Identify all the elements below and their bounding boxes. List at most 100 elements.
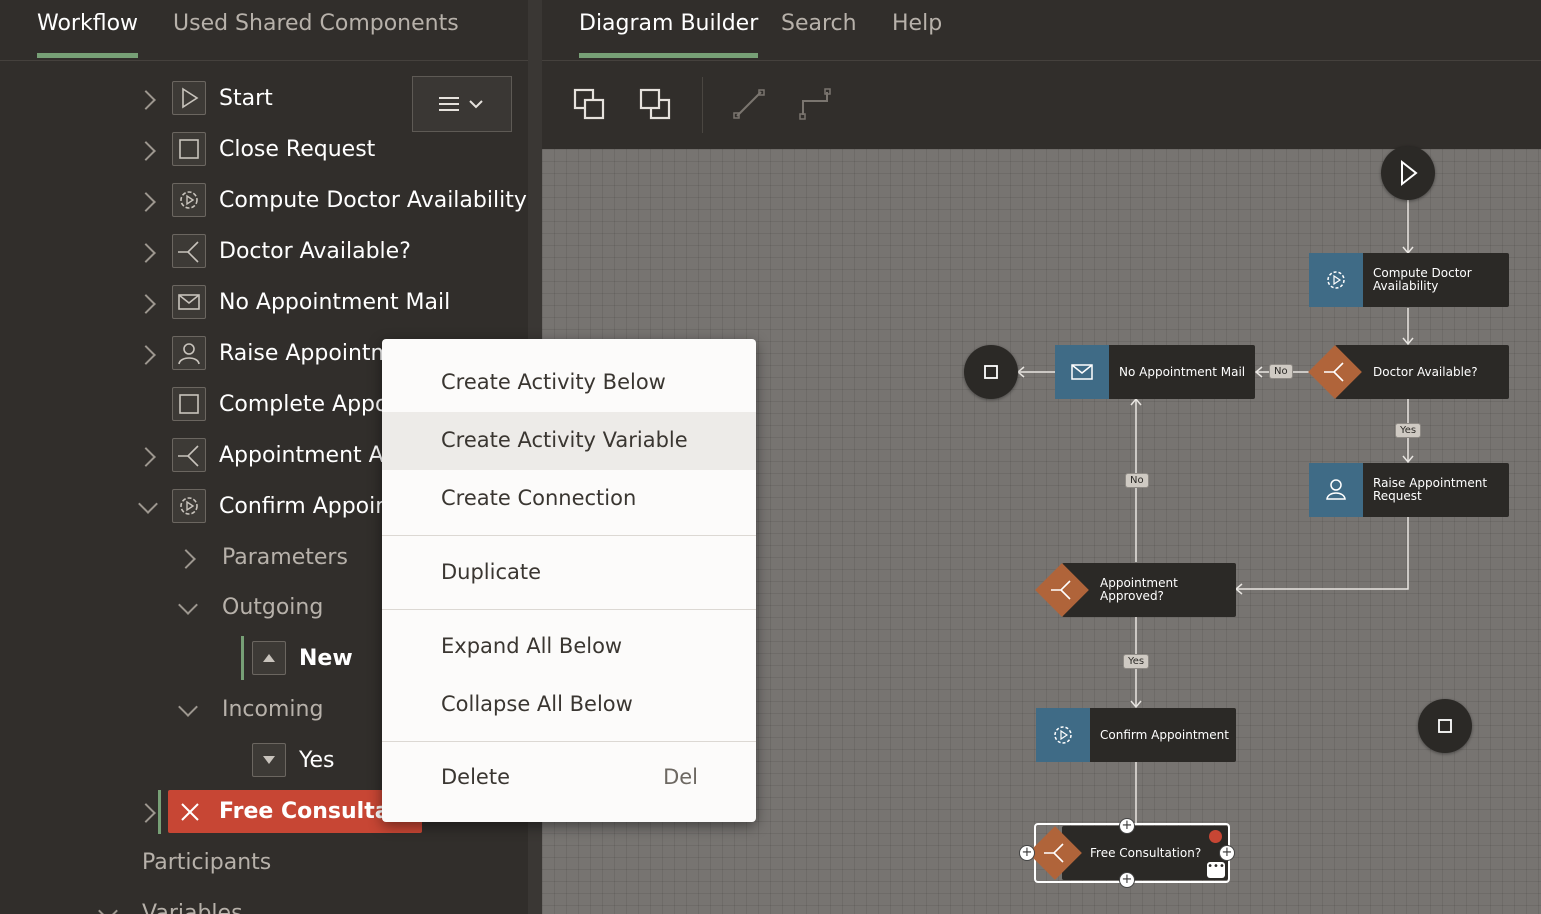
arrow-down-icon <box>252 743 286 777</box>
edge-label-no: No <box>1125 473 1149 488</box>
chevron-right-icon[interactable] <box>176 549 196 569</box>
chevron-down-icon[interactable] <box>178 595 198 615</box>
tree-item-parameters[interactable]: Parameters <box>0 536 390 580</box>
tab-workflow-label: Workflow <box>37 11 139 36</box>
tab-help[interactable]: Help <box>892 11 942 36</box>
menu-item-label: Expand All Below <box>441 634 623 658</box>
menu-item-shortcut: Del <box>663 765 698 789</box>
square-icon <box>1438 719 1452 733</box>
tree-item-raise-appointment[interactable]: Raise Appointme <box>0 332 405 376</box>
edge-label-yes: Yes <box>1395 423 1422 438</box>
add-connector-top-icon[interactable]: + <box>1119 818 1135 834</box>
tree-item-close-request[interactable]: Close Request <box>0 128 528 172</box>
tree-item-label: Participants <box>142 850 272 875</box>
user-icon <box>1326 479 1346 500</box>
tree-item-outgoing[interactable]: Outgoing <box>0 586 390 630</box>
tree-item-label: Outgoing <box>222 595 324 620</box>
chevron-right-icon[interactable] <box>136 345 156 365</box>
edge-label-no: No <box>1269 364 1293 379</box>
tab-used-shared-components[interactable]: Used Shared Components <box>173 11 459 36</box>
tree-item-no-appointment-mail[interactable]: No Appointment Mail <box>0 281 528 325</box>
user-icon <box>172 336 206 370</box>
tree-item-appointment-approved[interactable]: Appointment Ap <box>0 434 398 478</box>
node-compute-doctor-availability[interactable]: Compute Doctor Availability <box>1309 253 1509 307</box>
mail-task-badge <box>1055 345 1109 399</box>
chevron-right-icon[interactable] <box>136 90 156 110</box>
elbow-connector-icon[interactable] <box>798 87 832 121</box>
menu-item-create-activity-variable[interactable]: Create Activity Variable <box>382 412 756 470</box>
tree-item-incoming-yes[interactable]: Yes <box>0 739 390 783</box>
menu-item-create-connection[interactable]: Create Connection <box>382 470 756 528</box>
tab-used-shared-components-label: Used Shared Components <box>173 11 459 36</box>
tab-search[interactable]: Search <box>781 11 857 36</box>
tab-diagram-builder-label: Diagram Builder <box>579 11 759 36</box>
tree-item-confirm-appointment[interactable]: Confirm Appoint <box>0 485 398 529</box>
tree-item-label: Start <box>219 86 273 111</box>
tree-item-start[interactable]: Start <box>0 77 410 121</box>
more-options-icon[interactable]: ••• <box>1207 862 1225 878</box>
node-no-appointment-mail[interactable]: No Appointment Mail <box>1055 345 1255 399</box>
right-tabs: Diagram Builder Search Help <box>542 0 1541 61</box>
tree-item-label: Incoming <box>222 697 324 722</box>
menu-item-create-activity-below[interactable]: Create Activity Below <box>382 354 756 412</box>
menu-item-delete[interactable]: Delete Del <box>382 749 756 807</box>
branch-icon <box>1324 362 1344 382</box>
node-confirm-appointment[interactable]: Confirm Appointment <box>1036 708 1236 762</box>
tree-item-doctor-available[interactable]: Doctor Available? <box>0 230 528 274</box>
tree-item-label: New <box>299 646 353 671</box>
branch-icon <box>172 234 206 268</box>
tree-item-free-consultation[interactable]: Free Consultatio <box>0 790 430 834</box>
chevron-down-icon[interactable] <box>138 494 158 514</box>
chevron-right-icon[interactable] <box>136 192 156 212</box>
square-icon <box>984 365 998 379</box>
tree-item-label: Confirm Appoint <box>219 494 398 519</box>
tree-item-compute-doctor-availability[interactable]: Compute Doctor Availability <box>0 179 528 223</box>
tab-diagram-builder[interactable]: Diagram Builder <box>579 11 759 58</box>
menu-item-expand-all-below[interactable]: Expand All Below <box>382 618 756 676</box>
service-task-badge <box>1309 253 1363 307</box>
node-label: No Appointment Mail <box>1119 364 1246 379</box>
add-connector-right-icon[interactable]: + <box>1219 845 1235 861</box>
tree-item-participants[interactable]: Participants <box>0 841 390 885</box>
play-icon <box>1401 159 1418 187</box>
straight-connector-icon[interactable] <box>732 87 766 121</box>
play-icon <box>172 81 206 115</box>
send-to-back-icon[interactable] <box>638 87 674 123</box>
start-event[interactable] <box>1381 146 1435 200</box>
chevron-down-icon[interactable] <box>98 901 118 914</box>
chevron-right-icon[interactable] <box>136 141 156 161</box>
menu-item-duplicate[interactable]: Duplicate <box>382 544 756 602</box>
add-connector-bottom-icon[interactable]: + <box>1119 872 1135 888</box>
chevron-right-icon[interactable] <box>136 803 156 823</box>
tree-item-complete-appointment[interactable]: Complete Appoi <box>0 383 395 427</box>
tree-item-label: Appointment Ap <box>219 443 398 468</box>
chevron-right-icon[interactable] <box>136 447 156 467</box>
tree-item-label: Doctor Available? <box>219 239 411 264</box>
gear-icon <box>172 489 206 523</box>
bring-to-front-icon[interactable] <box>572 87 608 123</box>
tree-item-incoming[interactable]: Incoming <box>0 688 390 732</box>
chevron-down-icon[interactable] <box>178 697 198 717</box>
chevron-right-icon[interactable] <box>136 243 156 263</box>
add-connector-left-icon[interactable]: + <box>1019 845 1035 861</box>
end-event[interactable] <box>1418 699 1472 753</box>
square-icon <box>172 132 206 166</box>
node-label: Compute Doctor Availability <box>1373 266 1472 293</box>
tree-item-variables[interactable]: Variables <box>0 892 390 914</box>
branch-icon <box>1051 580 1071 600</box>
edge-label-yes: Yes <box>1123 654 1150 669</box>
tree-menu-button[interactable] <box>412 76 512 132</box>
node-raise-appointment-request[interactable]: Raise Appointment Request <box>1309 463 1509 517</box>
menu-item-label: Collapse All Below <box>441 692 633 716</box>
diagram-toolbar <box>542 61 1541 149</box>
node-label: Appointment Approved? <box>1100 576 1178 603</box>
menu-item-label: Create Activity Variable <box>441 428 688 452</box>
menu-item-collapse-all-below[interactable]: Collapse All Below <box>382 676 756 734</box>
node-free-consultation[interactable]: Free Consultation? <box>1062 826 1228 880</box>
tree-item-outgoing-new[interactable]: New <box>0 637 390 681</box>
chevron-right-icon[interactable] <box>136 294 156 314</box>
mail-icon <box>172 285 206 319</box>
tab-workflow[interactable]: Workflow <box>37 11 139 58</box>
left-tabs: Workflow Used Shared Components <box>0 0 528 61</box>
end-event[interactable] <box>964 345 1018 399</box>
